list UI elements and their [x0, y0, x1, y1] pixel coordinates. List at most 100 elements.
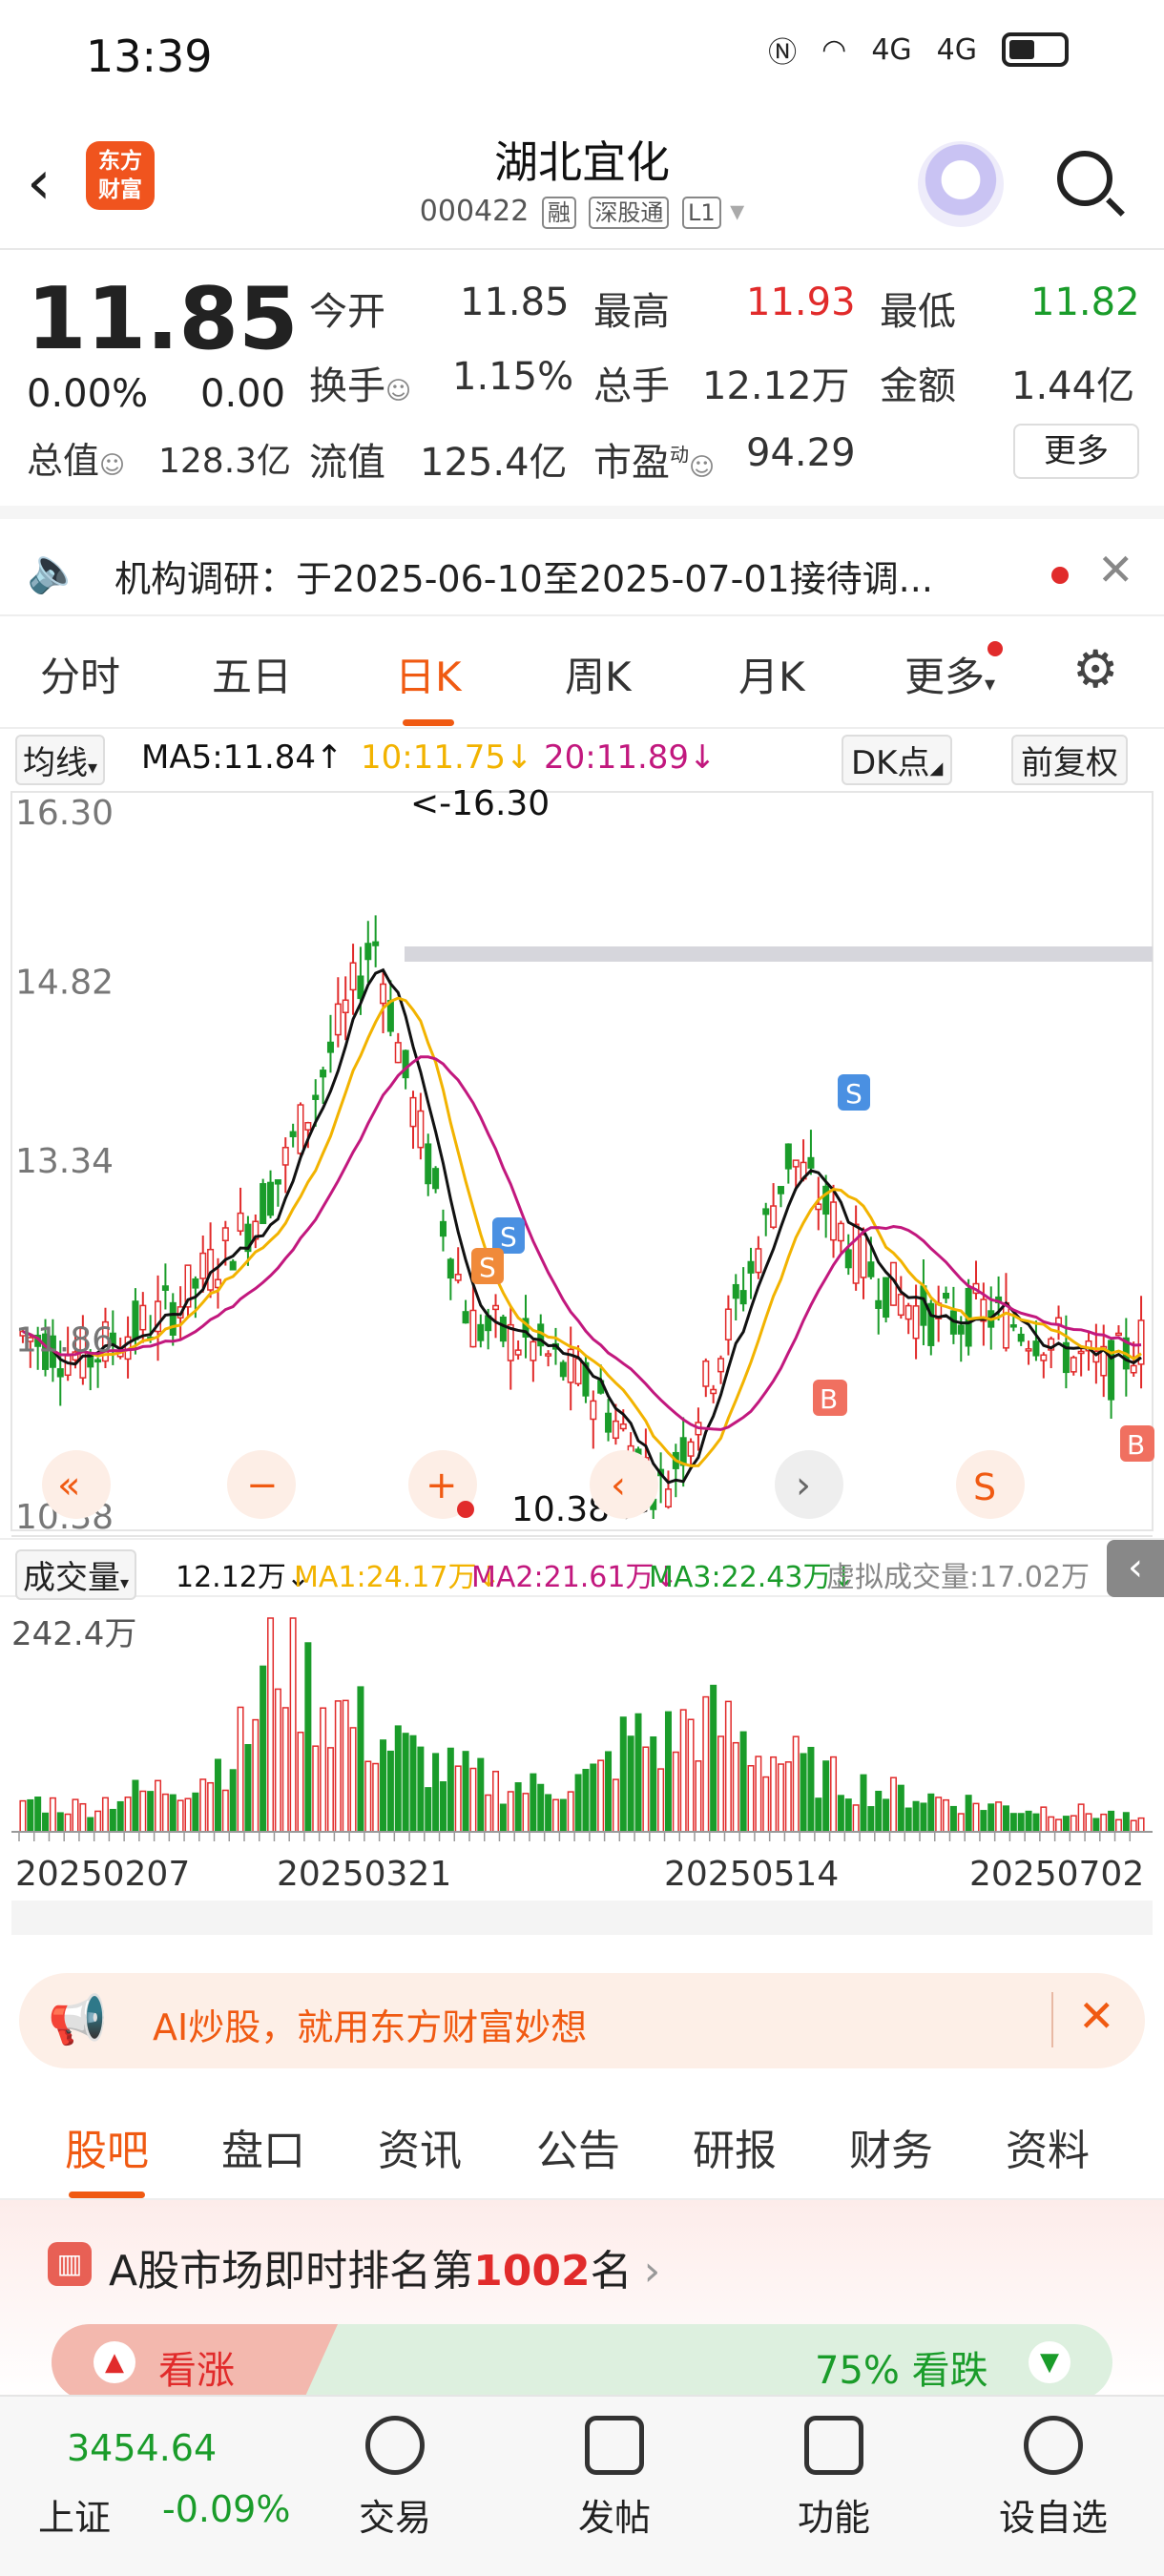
tab-weekly-k[interactable]: 周K — [565, 645, 632, 703]
kline-chart-area[interactable]: <-16.30 10.38-> 16.30 14.82 13.34 11.86 10.3… — [0, 784, 1164, 1540]
volume-svg: 242.4万 20250207 20250321 20250514 202507… — [11, 1615, 1153, 1935]
search-icon[interactable] — [1057, 151, 1112, 206]
volume-bar — [1092, 1818, 1100, 1833]
nav-add-watch[interactable]: 设自选 — [996, 2416, 1111, 2541]
volume-bar — [724, 1700, 732, 1833]
signal-badge-s3[interactable]: S — [471, 1248, 504, 1284]
tab-orderbook[interactable]: 盘口 — [221, 2116, 305, 2177]
volume-panel[interactable]: 成交量▾ 12.12万↓ MA1:24.17万↓ MA2:21.61万↓ MA3… — [0, 1538, 1164, 1958]
index-value[interactable]: 3454.64 — [67, 2427, 217, 2469]
tab-daily-k[interactable]: 日K — [395, 645, 462, 726]
svg-text:+: + — [426, 1464, 458, 1507]
zoom-out-icon[interactable]: − — [227, 1450, 296, 1519]
candle-body — [492, 1304, 500, 1311]
candle-body — [447, 1258, 454, 1279]
open-label: 今开 — [309, 290, 385, 334]
volume-bar — [619, 1716, 627, 1833]
volume-bar — [717, 1735, 725, 1833]
ranking-panel[interactable]: ▥ A股市场即时排名第1002名 › ▲ 看涨 75% 看跌 ▼ — [0, 2200, 1164, 2400]
tab-intraday[interactable]: 分时 — [40, 645, 120, 703]
signal-badge-s1[interactable]: S — [838, 1074, 870, 1111]
indicator-select[interactable]: 成交量▾ — [15, 1549, 137, 1600]
unread-dot-icon — [987, 641, 1004, 656]
volume-bar — [920, 1802, 927, 1833]
volume-bar — [394, 1725, 402, 1833]
index-change[interactable]: -0.09% — [162, 2488, 290, 2530]
volume-bar — [935, 1797, 943, 1833]
next-icon[interactable]: › — [775, 1450, 843, 1519]
tab-research[interactable]: 研报 — [693, 2116, 777, 2177]
tab-monthly-k[interactable]: 月K — [738, 645, 805, 703]
vol-ma3: MA3:22.43万↓ — [649, 1561, 856, 1594]
volume-bar — [1040, 1806, 1048, 1833]
tab-forum[interactable]: 股吧 — [65, 2116, 149, 2198]
volume-bar — [897, 1784, 904, 1833]
nav-functions[interactable]: 功能 — [777, 2416, 891, 2541]
volume-bar — [199, 1778, 207, 1833]
nav-trade[interactable]: 交易 — [338, 2416, 452, 2541]
tab-five-day[interactable]: 五日 — [212, 645, 292, 703]
volume-bar — [312, 1745, 320, 1833]
close-icon[interactable]: ✕ — [1097, 544, 1134, 595]
volume-bar — [357, 1686, 364, 1833]
candle-body — [852, 1223, 860, 1284]
gear-icon[interactable]: ⚙ — [1072, 639, 1118, 699]
ad-text[interactable]: AI炒股，就用东方财富妙想 — [153, 1998, 587, 2050]
tab-announcements[interactable]: 公告 — [536, 2116, 620, 2177]
candle-body — [943, 1292, 950, 1299]
more-button[interactable]: 更多 — [1013, 424, 1139, 479]
prev-icon[interactable]: ‹ — [590, 1450, 658, 1519]
candle-body — [439, 1220, 447, 1237]
zoom-in-icon[interactable]: + — [408, 1450, 477, 1519]
signal-badge-b2[interactable]: B — [1120, 1425, 1154, 1462]
ai-ad-banner[interactable]: 📢 AI炒股，就用东方财富妙想 ✕ — [19, 1973, 1145, 2068]
candle-body — [192, 1278, 199, 1289]
signal-badge-b1[interactable]: B — [813, 1380, 847, 1416]
wifi-icon: ◠ — [821, 32, 847, 67]
scroll-left-icon[interactable]: « — [42, 1450, 111, 1519]
candle-body — [499, 1316, 507, 1342]
volume-bar — [537, 1783, 545, 1833]
nav-post[interactable]: 发帖 — [557, 2416, 672, 2541]
rank-text[interactable]: A股市场即时排名第1002名 › — [109, 2236, 660, 2297]
volume-bar — [943, 1798, 950, 1833]
volume-bar — [837, 1795, 844, 1833]
volume-bar — [229, 1769, 237, 1833]
volume-bar — [124, 1797, 132, 1833]
index-name[interactable]: 上证 — [38, 2488, 111, 2541]
candle-body — [260, 1183, 267, 1224]
svg-text:‹: ‹ — [611, 1464, 626, 1507]
volume-bar — [109, 1808, 116, 1833]
turnover-value: 1.15% — [452, 355, 574, 399]
bs-signal-icon[interactable]: S — [956, 1450, 1025, 1519]
volume-bar — [27, 1798, 34, 1833]
ai-robot-icon[interactable] — [918, 141, 1004, 227]
volume-bar — [42, 1812, 50, 1833]
volume-bar — [1032, 1813, 1040, 1833]
volume-bar — [155, 1779, 162, 1833]
dk-point-select[interactable]: DK点◢ — [842, 735, 953, 785]
kline-svg[interactable]: <-16.30 10.38-> 16.3014.8213.3411.8610.3… — [0, 784, 1164, 1540]
signal-icon-2: 4G — [936, 32, 977, 67]
tab-profile[interactable]: 资料 — [1006, 2116, 1090, 2177]
tab-news[interactable]: 资讯 — [378, 2116, 462, 2177]
collapse-icon[interactable]: ‹ — [1107, 1540, 1164, 1597]
notice-bar[interactable]: 🔈 机构调研：于2025-06-10至2025-07-01接待调... ✕ — [0, 506, 1164, 616]
volume-bar — [169, 1794, 177, 1833]
sentiment-bar[interactable]: ▲ 看涨 75% 看跌 ▼ — [52, 2324, 1112, 2400]
ma5-line — [22, 967, 1142, 1485]
info-icon: ☺ — [99, 451, 126, 480]
candle-body — [386, 1000, 394, 1032]
candle-body — [844, 1249, 852, 1269]
volume-bar — [417, 1746, 425, 1833]
close-icon[interactable]: ✕ — [1078, 1990, 1115, 2042]
notice-text[interactable]: 机构调研：于2025-06-10至2025-07-01接待调... — [114, 550, 933, 602]
tab-finance[interactable]: 财务 — [849, 2116, 933, 2177]
volume-bar — [545, 1794, 552, 1833]
candle-body — [883, 1277, 890, 1319]
volume-bar — [386, 1750, 394, 1833]
ma-type-select[interactable]: 均线▾ — [15, 735, 106, 785]
volume-bar — [987, 1803, 995, 1833]
tab-more[interactable]: 更多▾ — [904, 641, 1004, 703]
adjust-select[interactable]: 前复权 — [1011, 735, 1128, 785]
